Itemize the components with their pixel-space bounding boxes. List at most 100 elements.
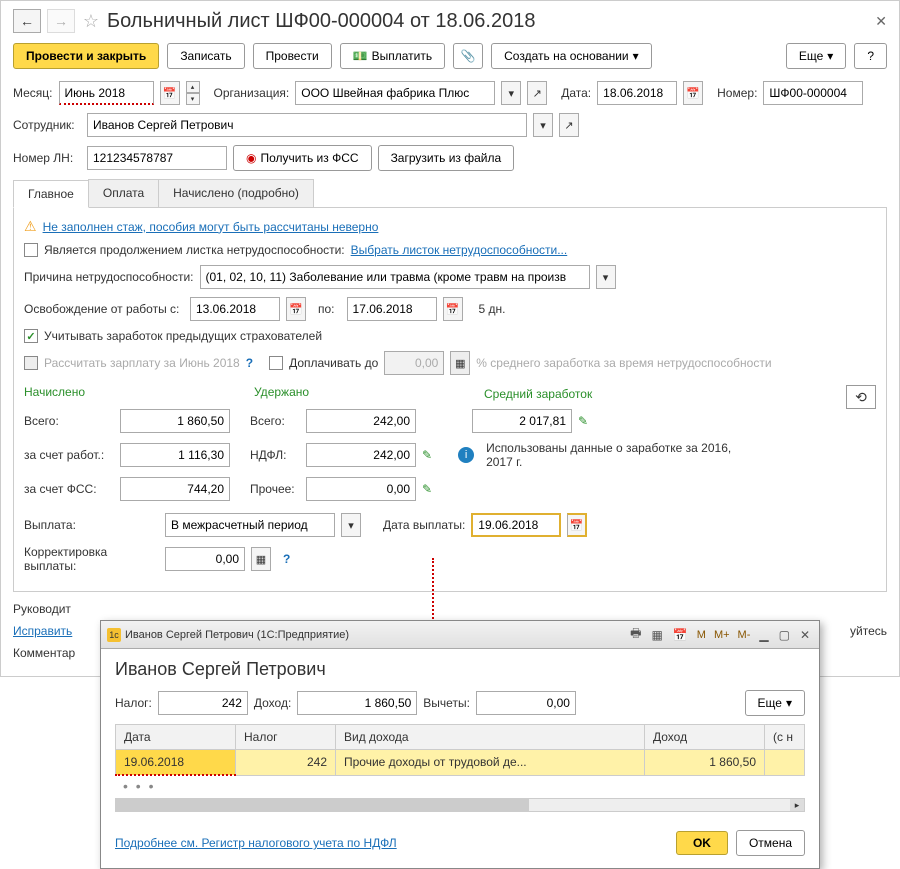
deductions-input[interactable]	[476, 691, 576, 715]
employee-input[interactable]	[87, 113, 527, 137]
col-tax[interactable]: Налог	[236, 725, 336, 750]
other-edit-icon[interactable]: ✎	[422, 482, 432, 496]
col-date[interactable]: Дата	[116, 725, 236, 750]
calendar-icon[interactable]: 📅	[160, 81, 180, 105]
pay-button[interactable]: 💵Выплатить	[340, 43, 445, 69]
date-input[interactable]	[597, 81, 677, 105]
horizontal-scrollbar[interactable]: ▸	[115, 798, 805, 812]
m-button[interactable]: M	[695, 629, 708, 641]
minimize-button[interactable]: ▁	[756, 628, 771, 642]
income-input[interactable]	[297, 691, 417, 715]
employee-open-button[interactable]: ↗	[559, 113, 579, 137]
refresh-button[interactable]: ⟲	[846, 385, 876, 409]
print-icon[interactable]: 🖶	[627, 624, 644, 645]
continuation-label: Является продолжением листка нетрудоспос…	[44, 243, 345, 257]
date-to-input[interactable]	[347, 297, 437, 321]
month-input[interactable]	[59, 81, 154, 105]
total-accrued-input[interactable]	[120, 409, 230, 433]
payment-date-calendar-icon[interactable]: 📅	[567, 513, 587, 537]
reason-dropdown-button[interactable]: ▾	[596, 265, 616, 289]
col-from[interactable]: (с н	[765, 725, 805, 750]
cancel-button[interactable]: Отмена	[736, 830, 805, 856]
fss-input[interactable]	[120, 477, 230, 501]
calendar-icon[interactable]: 📅	[670, 628, 691, 642]
tax-label: Налог:	[115, 696, 152, 710]
date-to-calendar-icon[interactable]: 📅	[443, 297, 463, 321]
correction-input[interactable]	[165, 547, 245, 571]
tab-payment[interactable]: Оплата	[88, 179, 159, 207]
consider-prev-checkbox[interactable]	[24, 329, 38, 343]
employee-dropdown-button[interactable]: ▾	[533, 113, 553, 137]
info-icon[interactable]: i	[458, 447, 474, 463]
reason-input[interactable]	[200, 265, 590, 289]
extra-pay-input	[384, 351, 444, 375]
date-from-calendar-icon[interactable]: 📅	[286, 297, 306, 321]
popup-close-button[interactable]: ✕	[797, 628, 813, 642]
grid-icon[interactable]: ▦	[648, 628, 665, 642]
extra-pay-label: Доплачивать до	[289, 356, 378, 370]
avg-edit-icon[interactable]: ✎	[578, 414, 588, 428]
save-button[interactable]: Записать	[167, 43, 244, 69]
payment-dropdown-button[interactable]: ▾	[341, 513, 361, 537]
select-sheet-link[interactable]: Выбрать листок нетрудоспособности...	[351, 243, 568, 257]
load-file-button[interactable]: Загрузить из файла	[378, 145, 515, 171]
avg-salary-input[interactable]	[472, 409, 572, 433]
help-icon[interactable]: ?	[246, 356, 253, 370]
date-from-input[interactable]	[190, 297, 280, 321]
warning-link[interactable]: Не заполнен стаж, пособия могут быть рас…	[43, 220, 379, 234]
month-down-button[interactable]: ▾	[186, 93, 200, 105]
tab-accrued[interactable]: Начислено (подробно)	[158, 179, 314, 207]
create-based-button[interactable]: Создать на основании ▾	[491, 43, 652, 69]
payment-date-input[interactable]	[471, 513, 561, 537]
more-button[interactable]: Еще ▾	[786, 43, 846, 69]
org-input[interactable]	[295, 81, 495, 105]
m-plus-button[interactable]: M+	[712, 629, 732, 641]
back-button[interactable]: ←	[13, 9, 41, 33]
attach-button[interactable]: 📎	[453, 43, 483, 69]
table-row[interactable]: 19.06.2018 242 Прочие доходы от трудовой…	[116, 750, 805, 776]
cell-date[interactable]: 19.06.2018	[116, 750, 236, 776]
forward-button[interactable]: →	[47, 9, 75, 33]
popup-more-button[interactable]: Еще ▾	[745, 690, 805, 716]
continuation-checkbox[interactable]	[24, 243, 38, 257]
org-dropdown-button[interactable]: ▾	[501, 81, 521, 105]
ndfl-table[interactable]: Дата Налог Вид дохода Доход (с н 19.06.2…	[115, 724, 805, 776]
register-link[interactable]: Подробнее см. Регистр налогового учета п…	[115, 836, 397, 850]
edit-link[interactable]: Исправить	[13, 624, 72, 638]
number-input[interactable]	[763, 81, 863, 105]
month-up-button[interactable]: ▴	[186, 81, 200, 93]
ndfl-edit-icon[interactable]: ✎	[422, 448, 432, 462]
post-close-button[interactable]: Провести и закрыть	[13, 43, 159, 69]
ndfl-input[interactable]	[306, 443, 416, 467]
ok-button[interactable]: OK	[676, 831, 728, 855]
extra-pay-checkbox[interactable]	[269, 356, 283, 370]
tax-input[interactable]	[158, 691, 248, 715]
scrollbar-thumb[interactable]	[116, 799, 529, 811]
get-fss-button[interactable]: ◉ Получить из ФСС	[233, 145, 372, 171]
total-withheld-input[interactable]	[306, 409, 416, 433]
avg-note: Использованы данные о заработке за 2016,…	[486, 441, 736, 469]
scroll-right-button[interactable]: ▸	[790, 799, 804, 811]
cell-from	[765, 750, 805, 776]
col-income[interactable]: Доход	[645, 725, 765, 750]
window-title: Больничный лист ШФ00-000004 от 18.06.201…	[107, 10, 869, 33]
m-minus-button[interactable]: M-	[736, 629, 753, 641]
correction-calc-icon[interactable]: ▦	[251, 547, 271, 571]
org-open-button[interactable]: ↗	[527, 81, 547, 105]
maximize-button[interactable]: ▢	[776, 628, 793, 642]
col-income-type[interactable]: Вид дохода	[336, 725, 645, 750]
favorite-icon[interactable]: ☆	[81, 11, 101, 31]
accrued-header: Начислено	[24, 385, 244, 399]
other-input[interactable]	[306, 477, 416, 501]
payment-type-input[interactable]	[165, 513, 335, 537]
post-button[interactable]: Провести	[253, 43, 332, 69]
date-calendar-icon[interactable]: 📅	[683, 81, 703, 105]
tab-main[interactable]: Главное	[13, 180, 89, 208]
help-button[interactable]: ?	[854, 43, 887, 69]
employer-input[interactable]	[120, 443, 230, 467]
popup-heading: Иванов Сергей Петрович	[115, 659, 805, 680]
date-label: Дата:	[561, 86, 591, 100]
correction-help-icon[interactable]: ?	[283, 552, 290, 566]
ln-input[interactable]	[87, 146, 227, 170]
close-button[interactable]: ✕	[875, 13, 887, 30]
